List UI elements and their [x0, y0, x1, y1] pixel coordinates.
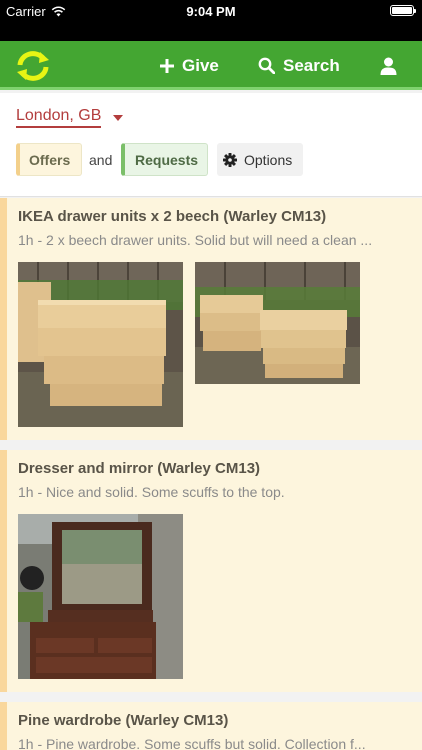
requests-filter-toggle[interactable]: Requests	[121, 143, 208, 176]
location-selector[interactable]: London, GB	[16, 107, 124, 128]
refresh-logo-icon[interactable]	[14, 49, 52, 83]
listing-title: IKEA drawer units x 2 beech (Warley CM13…	[18, 208, 327, 225]
listing-photo[interactable]	[18, 262, 183, 427]
listing-description: 1h - Pine wardrobe. Some scuffs but soli…	[18, 736, 366, 750]
profile-button[interactable]	[380, 41, 397, 90]
battery-icon	[390, 5, 416, 16]
offers-label: Offers	[29, 151, 71, 168]
give-button[interactable]: Give	[160, 41, 219, 90]
give-label: Give	[182, 55, 219, 75]
gear-icon	[223, 152, 237, 167]
filter-panel: London, GB Offers and Requests Options	[0, 93, 422, 197]
listing-photo[interactable]	[18, 514, 183, 679]
options-label: Options	[244, 151, 293, 168]
listing-photo[interactable]	[195, 262, 360, 384]
clock: 9:04 PM	[186, 4, 236, 19]
listing-description: 1h - Nice and solid. Some scuffs to the …	[18, 484, 285, 500]
status-bar: Carrier 9:04 PM	[0, 0, 422, 41]
and-label: and	[89, 151, 113, 168]
requests-label: Requests	[135, 151, 199, 168]
location-label: London, GB	[16, 107, 102, 128]
offers-filter-toggle[interactable]: Offers	[16, 143, 82, 176]
listing-card[interactable]: Dresser and mirror (Warley CM13) 1h - Ni…	[0, 450, 422, 692]
listing-title: Dresser and mirror (Warley CM13)	[18, 460, 261, 477]
options-button[interactable]: Options	[217, 143, 303, 176]
plus-icon	[160, 58, 174, 73]
user-icon	[380, 57, 397, 75]
top-nav-bar: Give Search	[0, 41, 422, 90]
search-button[interactable]: Search	[258, 41, 340, 90]
listing-card[interactable]: IKEA drawer units x 2 beech (Warley CM13…	[0, 198, 422, 440]
listing-card[interactable]: Pine wardrobe (Warley CM13) 1h - Pine wa…	[0, 702, 422, 750]
search-label: Search	[283, 55, 340, 75]
listing-description: 1h - 2 x beech drawer units. Solid but w…	[18, 232, 373, 248]
chevron-down-icon	[113, 114, 124, 121]
listing-title: Pine wardrobe (Warley CM13)	[18, 712, 229, 729]
search-icon	[258, 57, 275, 74]
